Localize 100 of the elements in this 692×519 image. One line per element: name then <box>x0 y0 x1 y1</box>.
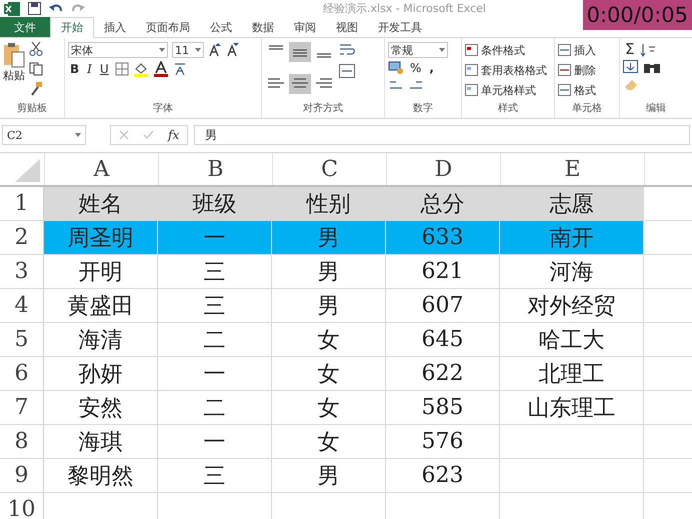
cut-icon[interactable] <box>29 42 43 56</box>
percent-button[interactable]: % <box>408 61 424 75</box>
cells-button[interactable]: 删除 <box>558 62 616 79</box>
cell-text: 三 <box>204 292 226 320</box>
font-style-button[interactable]: U <box>98 62 111 76</box>
ribbon-tab[interactable]: 插入 <box>94 17 136 37</box>
cell-text: 黄盛田 <box>68 292 134 320</box>
column-header[interactable]: E <box>500 153 644 185</box>
cells-button[interactable]: 格式 <box>558 82 616 99</box>
ribbon-tab[interactable]: 文件 <box>0 17 50 37</box>
table-icon <box>465 84 479 97</box>
cell-text: 北理工 <box>538 360 604 388</box>
font-color-icon[interactable] <box>152 61 169 77</box>
cell-text: 周圣明 <box>68 224 134 252</box>
table-icon <box>465 64 479 77</box>
column-header[interactable]: D <box>386 153 500 185</box>
cell-text: 哈工大 <box>538 326 604 354</box>
ribbon-tab[interactable]: 数据 <box>242 17 284 37</box>
merge-center-icon[interactable] <box>339 64 355 78</box>
column-header[interactable]: A <box>44 153 158 185</box>
format-painter-icon[interactable] <box>29 82 43 96</box>
row-header[interactable]: 3 <box>0 255 44 288</box>
autosum-button[interactable]: Σ <box>623 42 636 57</box>
caret-icon <box>439 48 445 52</box>
font-size-field[interactable]: 11 <box>172 42 204 58</box>
caret-icon <box>159 48 165 52</box>
copy-icon[interactable] <box>29 62 43 76</box>
font-style-button[interactable]: I <box>85 62 94 76</box>
cell-text: 性别 <box>306 190 350 218</box>
ribbon-tab[interactable]: 审阅 <box>284 17 326 37</box>
cell-text: 633 <box>422 225 464 250</box>
cell-text: 河海 <box>550 258 594 286</box>
ribbon-tab[interactable]: 开始 <box>50 17 94 38</box>
cell-text: 623 <box>422 463 464 488</box>
window-title: 经验演示.xlsx - Microsoft Excel <box>323 1 486 16</box>
cell-text: 男 <box>318 292 340 320</box>
cell-text: 男 <box>318 258 340 286</box>
currency-icon[interactable] <box>388 61 404 75</box>
align-icon[interactable] <box>289 74 311 94</box>
style-button[interactable]: 单元格样式 <box>465 82 551 99</box>
group-label: 数字 <box>412 102 434 116</box>
row-header[interactable]: 6 <box>0 357 44 390</box>
fill-color-icon[interactable] <box>132 61 149 77</box>
cell-text: 585 <box>422 395 464 420</box>
cell-text: 黎明然 <box>68 462 134 490</box>
caret-icon <box>75 133 81 137</box>
row-header[interactable]: 10 <box>0 493 44 519</box>
row-header[interactable]: 5 <box>0 323 44 356</box>
row-header[interactable]: 7 <box>0 391 44 424</box>
decrease-font-icon[interactable] <box>226 43 240 57</box>
cell-text: 南开 <box>550 224 594 252</box>
ribbon-tab[interactable]: 视图 <box>326 17 368 37</box>
name-box[interactable]: C2 <box>2 125 86 145</box>
group-label: 编辑 <box>645 102 667 116</box>
increase-font-icon[interactable] <box>208 43 222 57</box>
cell-text: 安然 <box>78 394 122 422</box>
cell-text: 志愿 <box>550 190 594 218</box>
save-icon[interactable] <box>28 2 41 15</box>
style-button[interactable]: 条件格式 <box>465 42 551 59</box>
cell-text: 孙妍 <box>78 360 122 388</box>
caret-icon <box>195 48 201 52</box>
formula-field[interactable]: 男 <box>194 125 690 145</box>
column-header[interactable]: B <box>158 153 272 185</box>
number-format-field[interactable]: 常规 <box>388 42 448 58</box>
cell-text: 一 <box>204 428 226 456</box>
cell-text: 621 <box>422 259 464 284</box>
row-header[interactable]: 9 <box>0 459 44 492</box>
ribbon-tab[interactable]: 页面布局 <box>136 17 200 37</box>
cell-text: 622 <box>422 361 464 386</box>
phonetic-icon[interactable] <box>172 61 187 77</box>
cells-button[interactable]: 插入 <box>558 42 616 59</box>
cell-text: 二 <box>204 326 226 354</box>
cell-text: 645 <box>422 327 464 352</box>
row-header[interactable]: 4 <box>0 289 44 322</box>
row-header[interactable]: 8 <box>0 425 44 458</box>
fill-down-icon[interactable] <box>623 60 639 74</box>
comma-button[interactable]: , <box>427 61 436 75</box>
borders-icon[interactable] <box>114 62 129 76</box>
cell-text: 班级 <box>192 190 236 218</box>
font-name-field[interactable]: 宋体 <box>68 42 168 58</box>
cell-text: 女 <box>318 360 340 388</box>
group-label: 样式 <box>497 102 519 116</box>
cell-text: 姓名 <box>78 190 122 218</box>
cell-text: 男 <box>318 462 340 490</box>
group-label: 对齐方式 <box>302 102 344 116</box>
cell-text: 二 <box>204 394 226 422</box>
table-icon <box>465 44 479 57</box>
align-icon[interactable] <box>289 42 311 62</box>
paste-button[interactable]: 粘贴 <box>3 42 25 101</box>
cell-text: 三 <box>204 258 226 286</box>
insert-function-button[interactable]: fx <box>168 128 180 142</box>
style-button[interactable]: 套用表格格式 <box>465 62 551 79</box>
cell-text: 总分 <box>420 190 464 218</box>
ribbon-tab[interactable]: 公式 <box>200 17 242 37</box>
font-style-button[interactable]: B <box>68 62 82 76</box>
clipboard-icon <box>3 42 25 68</box>
cell-text: 一 <box>204 224 226 252</box>
ribbon-tab[interactable]: 开发工具 <box>368 17 432 37</box>
column-header[interactable]: C <box>272 153 386 185</box>
sort-icon[interactable] <box>640 42 656 56</box>
